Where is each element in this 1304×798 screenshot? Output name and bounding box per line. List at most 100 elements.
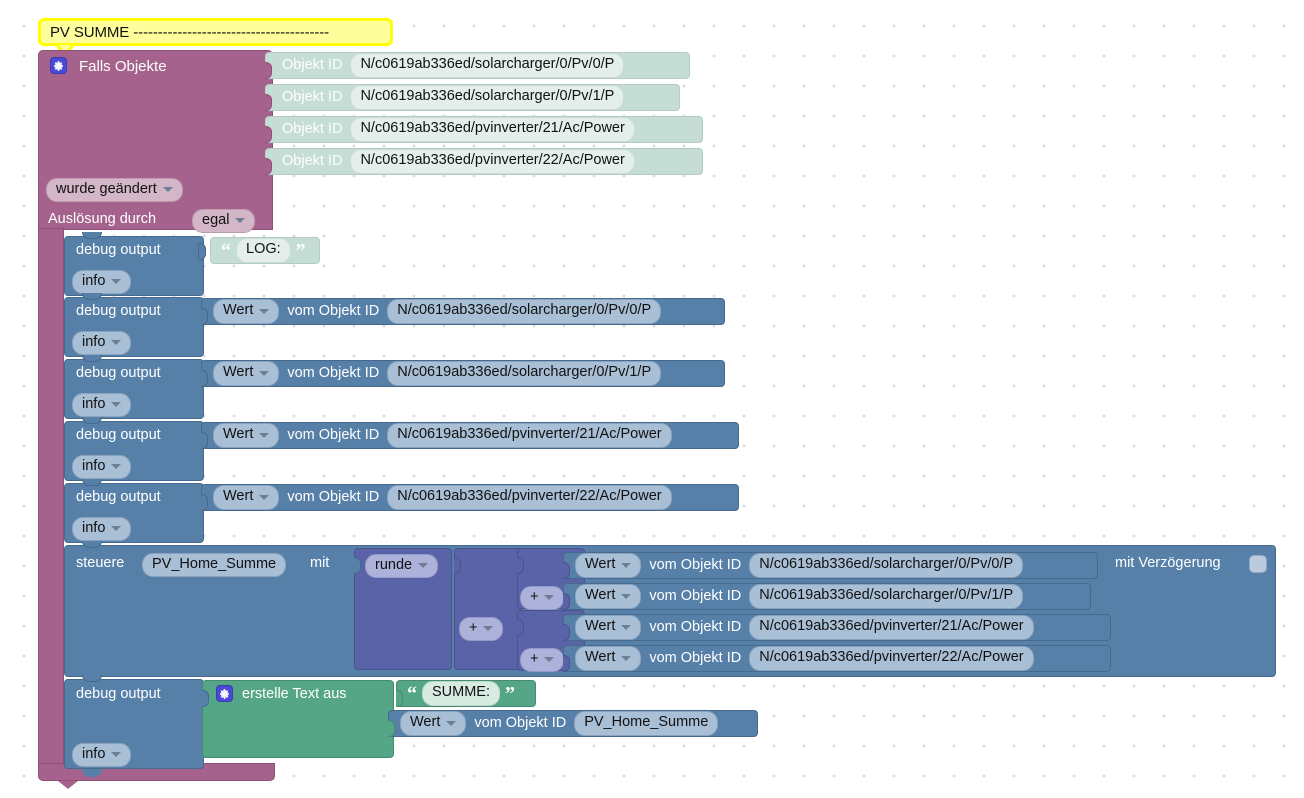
comment-text: PV SUMME -------------------------------…	[50, 23, 330, 41]
severity-dropdown-label: info	[82, 396, 106, 412]
getter-dropdown[interactable]: Wert	[575, 553, 642, 578]
object-id-field[interactable]: N/c0619ab336ed/solarcharger/0/Pv/0/P	[749, 553, 1024, 578]
math-arithmetic-block-1[interactable]	[454, 548, 522, 670]
getter-dropdown-label: Wert	[585, 649, 616, 666]
operand-getter-block-1[interactable]: Wert vom Objekt ID N/c0619ab336ed/solarc…	[563, 552, 1098, 579]
object-id-field[interactable]: N/c0619ab336ed/solarcharger/0/Pv/1/P	[749, 584, 1024, 609]
quote-close-icon: ”	[505, 682, 515, 705]
plug	[354, 557, 361, 574]
getter-dropdown[interactable]: Wert	[575, 646, 642, 671]
comment-bubble[interactable]: PV SUMME -------------------------------…	[38, 18, 393, 46]
severity-dropdown-label: info	[82, 334, 106, 350]
chevron-down-icon	[259, 370, 270, 376]
operator-dropdown-1[interactable]: +	[459, 617, 504, 642]
object-row-3[interactable]: Objekt ID N/c0619ab336ed/pvinverter/21/A…	[265, 116, 703, 143]
operand-getter-block-4[interactable]: Wert vom Objekt ID N/c0619ab336ed/pvinve…	[563, 645, 1111, 672]
object-row-4[interactable]: Objekt ID N/c0619ab336ed/pvinverter/22/A…	[265, 148, 703, 175]
severity-dropdown-label: info	[82, 273, 106, 289]
object-id-field[interactable]: N/c0619ab336ed/solarcharger/0/Pv/1/P	[350, 85, 625, 110]
operator-dropdown-2[interactable]: +	[520, 586, 565, 611]
object-row-1[interactable]: Objekt ID N/c0619ab336ed/solarcharger/0/…	[265, 52, 690, 79]
condition-dropdown[interactable]: wurde geändert	[46, 178, 183, 203]
object-id-field[interactable]: N/c0619ab336ed/solarcharger/0/Pv/0/P	[350, 53, 625, 78]
severity-dropdown[interactable]: info	[72, 743, 132, 768]
object-getter-block[interactable]: Wert vom Objekt ID N/c0619ab336ed/solarc…	[201, 298, 725, 325]
operand-getter-block-3[interactable]: Wert vom Objekt ID N/c0619ab336ed/pvinve…	[563, 614, 1111, 641]
chevron-down-icon	[621, 624, 632, 630]
severity-dropdown[interactable]: info	[72, 455, 132, 480]
severity-dropdown-label: info	[82, 746, 106, 762]
plug	[517, 557, 524, 574]
debug-output-label: debug output	[76, 365, 161, 381]
debug-output-label: debug output	[76, 686, 161, 702]
severity-dropdown[interactable]: info	[72, 270, 132, 295]
object-row-label: Objekt ID	[282, 57, 343, 74]
getter-dropdown-label: Wert	[585, 618, 616, 635]
summe-getter-block[interactable]: Wert vom Objekt ID PV_Home_Summe	[388, 710, 758, 737]
quote-open-icon: “	[407, 682, 417, 705]
getter-dropdown[interactable]: Wert	[400, 711, 467, 736]
object-getter-block[interactable]: Wert vom Objekt ID N/c0619ab336ed/pvinve…	[201, 422, 739, 449]
object-id-field[interactable]: N/c0619ab336ed/solarcharger/0/Pv/1/P	[387, 361, 662, 386]
chevron-down-icon	[259, 432, 270, 438]
blockly-workspace[interactable]: PV SUMME -------------------------------…	[0, 0, 1304, 798]
chevron-down-icon	[111, 526, 122, 532]
operator-label: +	[469, 620, 478, 636]
object-id-field[interactable]: N/c0619ab336ed/pvinverter/21/Ac/Power	[387, 423, 672, 448]
chevron-down-icon	[483, 626, 494, 632]
getter-dropdown-label: Wert	[223, 426, 254, 443]
getter-dropdown[interactable]: Wert	[213, 361, 280, 386]
operand-getter-block-2[interactable]: Wert vom Objekt ID N/c0619ab336ed/solarc…	[563, 583, 1091, 610]
create-text-label: erstelle Text aus	[242, 686, 347, 702]
round-dropdown[interactable]: runde	[365, 554, 439, 579]
severity-dropdown[interactable]: info	[72, 517, 132, 542]
getter-label: vom Objekt ID	[649, 557, 742, 574]
control-target-field[interactable]: PV_Home_Summe	[142, 553, 287, 578]
chevron-down-icon	[544, 595, 555, 601]
object-id-field[interactable]: N/c0619ab336ed/pvinverter/22/Ac/Power	[387, 485, 672, 510]
text-literal-field[interactable]: SUMME:	[422, 681, 500, 706]
chevron-down-icon	[111, 279, 122, 285]
trigger-block-header[interactable]	[38, 50, 273, 230]
text-literal-summe-block[interactable]: “ SUMME: ”	[396, 680, 536, 707]
operator-dropdown-3[interactable]: +	[520, 648, 565, 673]
getter-dropdown-label: Wert	[410, 714, 441, 731]
severity-dropdown-label: info	[82, 520, 106, 536]
object-id-field[interactable]: N/c0619ab336ed/solarcharger/0/Pv/0/P	[387, 299, 662, 324]
gear-icon[interactable]	[50, 57, 67, 74]
chevron-down-icon	[259, 494, 270, 500]
getter-dropdown[interactable]: Wert	[575, 584, 642, 609]
getter-dropdown[interactable]: Wert	[213, 485, 280, 510]
chevron-down-icon	[544, 657, 555, 663]
operator-label: +	[530, 651, 539, 667]
getter-dropdown-label: Wert	[223, 302, 254, 319]
plug	[517, 619, 524, 636]
quote-close-icon: ”	[295, 239, 306, 262]
object-id-field[interactable]: N/c0619ab336ed/pvinverter/22/Ac/Power	[749, 646, 1034, 671]
getter-dropdown-label: Wert	[585, 556, 616, 573]
control-keyword: steuere	[76, 555, 125, 571]
trigger-by-dropdown[interactable]: egal	[192, 209, 256, 234]
trigger-by-label: Auslösung durch	[48, 211, 157, 227]
plug	[454, 557, 461, 574]
object-id-field[interactable]: N/c0619ab336ed/pvinverter/22/Ac/Power	[350, 149, 635, 174]
object-getter-block[interactable]: Wert vom Objekt ID N/c0619ab336ed/solarc…	[201, 360, 725, 387]
delay-checkbox[interactable]	[1249, 555, 1267, 573]
object-getter-block[interactable]: Wert vom Objekt ID N/c0619ab336ed/pvinve…	[201, 484, 739, 511]
object-id-field[interactable]: PV_Home_Summe	[574, 711, 719, 736]
object-row-2[interactable]: Objekt ID N/c0619ab336ed/solarcharger/0/…	[265, 84, 680, 111]
chevron-down-icon	[111, 340, 122, 346]
severity-dropdown[interactable]: info	[72, 331, 132, 356]
object-id-field[interactable]: N/c0619ab336ed/pvinverter/21/Ac/Power	[350, 117, 635, 142]
getter-dropdown[interactable]: Wert	[575, 615, 642, 640]
getter-dropdown-label: Wert	[223, 364, 254, 381]
severity-dropdown[interactable]: info	[72, 393, 132, 418]
text-literal-field[interactable]: LOG:	[236, 238, 291, 263]
object-id-field[interactable]: N/c0619ab336ed/pvinverter/21/Ac/Power	[749, 615, 1034, 640]
debug-output-label: debug output	[76, 427, 161, 443]
gear-icon[interactable]	[216, 685, 233, 702]
chevron-down-icon	[446, 720, 457, 726]
text-literal-log-block[interactable]: “ LOG: ”	[210, 237, 320, 264]
getter-dropdown[interactable]: Wert	[213, 423, 280, 448]
getter-dropdown[interactable]: Wert	[213, 299, 280, 324]
